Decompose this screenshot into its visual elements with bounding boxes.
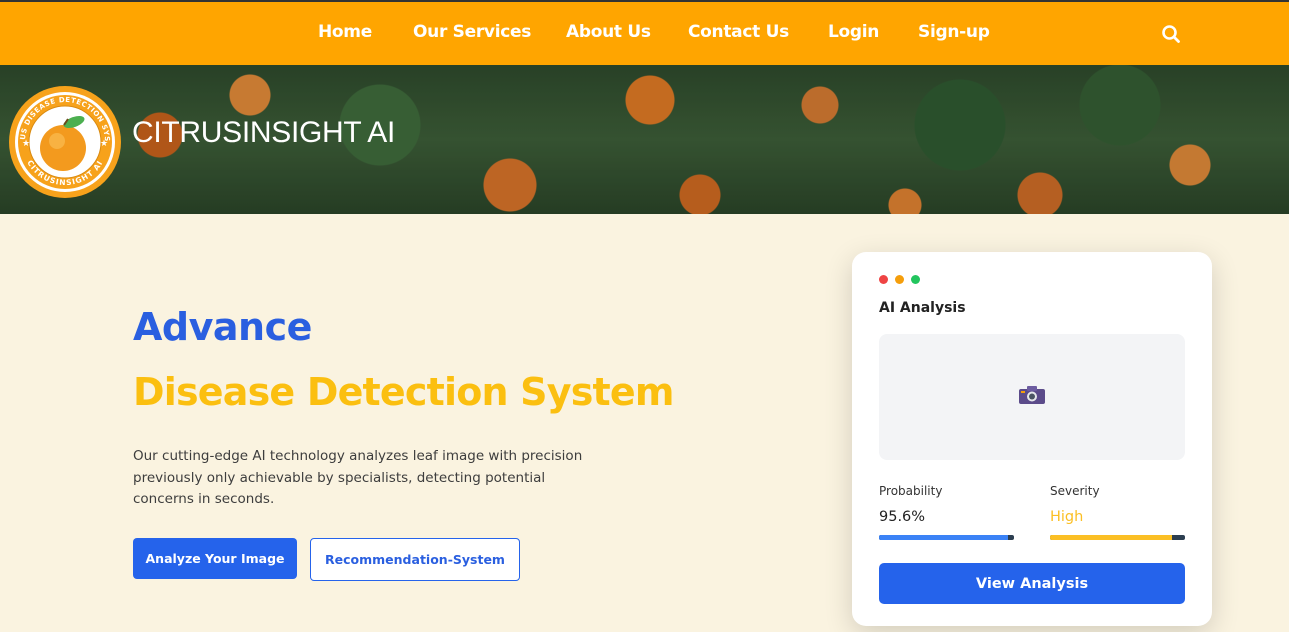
card-title: AI Analysis	[879, 300, 966, 316]
severity-bar	[1050, 535, 1185, 540]
probability-bar	[879, 535, 1014, 540]
nav-about-us-link[interactable]: About Us	[566, 22, 651, 42]
nav-login-link[interactable]: Login	[828, 22, 879, 42]
view-analysis-button[interactable]: View Analysis	[879, 563, 1185, 604]
top-navigation-bar: Home Our Services About Us Contact Us Lo…	[0, 0, 1289, 65]
hero-title-line-1: Advance	[133, 305, 312, 349]
probability-bar-fill	[879, 535, 1009, 540]
svg-text:★: ★	[22, 139, 30, 149]
probability-label: Probability	[879, 484, 943, 498]
citrusinsight-logo[interactable]: CITRUS DISEASE DETECTION SYSTEM CITRUSIN…	[4, 79, 122, 199]
camera-icon	[1018, 385, 1046, 409]
svg-text:★: ★	[100, 139, 108, 149]
nav-our-services-link[interactable]: Our Services	[413, 22, 531, 42]
window-dot-yellow	[895, 275, 904, 284]
nav-home-link[interactable]: Home	[318, 22, 372, 42]
brand-title: CITRUSINSIGHT AI	[132, 116, 396, 149]
nav-sign-up-link[interactable]: Sign-up	[918, 22, 990, 42]
severity-value: High	[1050, 509, 1084, 525]
severity-label: Severity	[1050, 484, 1100, 498]
window-dot-green	[911, 275, 920, 284]
nav-links: Home Our Services About Us Contact Us Lo…	[0, 2, 1289, 65]
probability-value: 95.6%	[879, 509, 926, 525]
severity-bar-fill	[1050, 535, 1172, 540]
image-preview-area[interactable]	[879, 334, 1185, 460]
search-icon[interactable]	[1160, 23, 1182, 45]
ai-analysis-card: AI Analysis Probability 95.6% Severity H…	[852, 252, 1212, 626]
recommendation-system-button[interactable]: Recommendation-System	[310, 538, 520, 581]
hero-title-line-2: Disease Detection System	[133, 370, 674, 414]
hero-description: Our cutting-edge AI technology analyzes …	[133, 448, 583, 507]
hero-banner: CITRUS DISEASE DETECTION SYSTEM CITRUSIN…	[0, 65, 1289, 214]
nav-contact-us-link[interactable]: Contact Us	[688, 22, 789, 42]
window-dot-red	[879, 275, 888, 284]
analyze-image-button[interactable]: Analyze Your Image	[133, 538, 297, 579]
